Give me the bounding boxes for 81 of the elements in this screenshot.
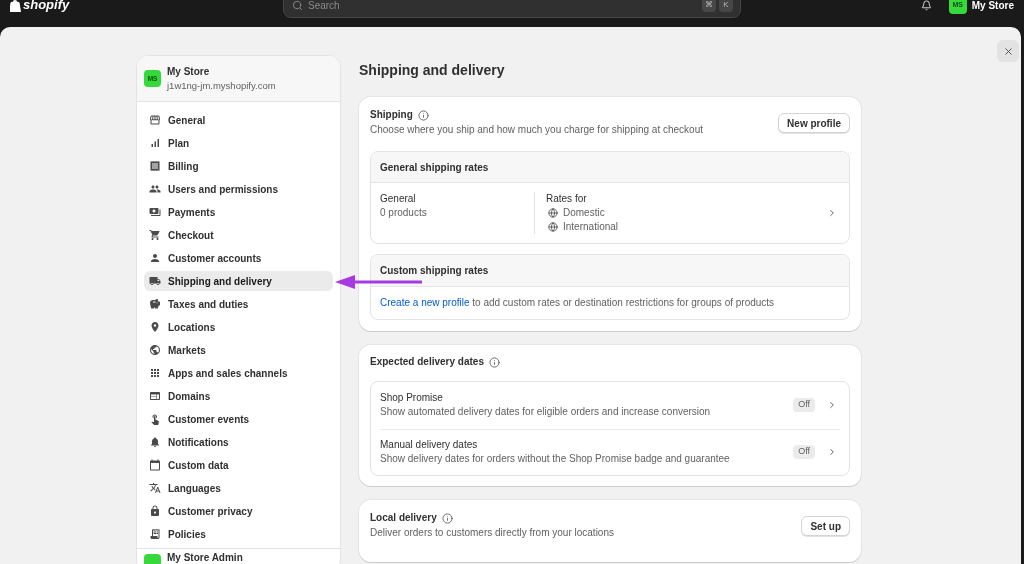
long-receipt-icon: [149, 528, 161, 540]
chevron-right-icon[interactable]: [827, 208, 837, 218]
sidebar-item[interactable]: Locations: [144, 317, 333, 337]
info-icon[interactable]: [488, 356, 500, 368]
cart-icon: [149, 229, 161, 241]
profile-name: General: [380, 192, 417, 206]
rates-label: Rates for: [546, 192, 588, 206]
sidebar-item[interactable]: Customer events: [144, 409, 333, 429]
info-icon[interactable]: [417, 109, 429, 121]
sidebar-item[interactable]: General: [144, 110, 333, 130]
receipt-icon: [149, 160, 161, 172]
product-count: 0 products: [380, 206, 428, 220]
option-title[interactable]: Manual delivery dates: [380, 438, 794, 452]
zone-label: International: [563, 220, 619, 234]
map-pin-icon: [149, 321, 161, 333]
card-title: Expected delivery dates: [370, 355, 484, 369]
banknotes-icon: [149, 206, 161, 218]
set-up-button[interactable]: Set up: [801, 516, 850, 536]
sidebar-item[interactable]: Plan: [144, 133, 333, 153]
admin-name[interactable]: My Store Admin: [167, 552, 243, 564]
sidebar-item[interactable]: Domains: [144, 386, 333, 406]
calendar-icon: [149, 459, 161, 471]
globe-icon: [149, 344, 161, 356]
info-icon[interactable]: [441, 512, 453, 524]
browser-window-icon: [149, 390, 161, 402]
translate-icon: [149, 482, 161, 494]
section-title: General shipping rates: [380, 160, 489, 175]
card-title: Local delivery: [370, 512, 437, 524]
card-description: Deliver orders to customers directly from your locations: [370, 526, 614, 540]
sidebar-item[interactable]: Apps and sales channels: [144, 363, 333, 383]
page-title: Shipping and delivery: [359, 62, 506, 78]
sidebar-item[interactable]: Checkout: [144, 225, 333, 245]
sidebar-item[interactable]: Markets: [144, 340, 333, 360]
sidebar-item[interactable]: Notifications: [144, 432, 333, 452]
shopify-logo[interactable]: shopify: [23, 0, 70, 13]
sidebar-item[interactable]: Policies: [144, 524, 333, 544]
chevron-right-icon[interactable]: [827, 447, 837, 457]
apps-grid-icon: [149, 367, 161, 379]
status-badge: Off: [793, 445, 815, 459]
shortcut-key: ⌘: [702, 0, 716, 12]
person-icon: [149, 252, 161, 264]
account-name[interactable]: My Store: [971, 0, 1014, 12]
sidebar-item[interactable]: Users and permissions: [144, 179, 333, 199]
search-icon: [292, 0, 303, 11]
lock-icon: [149, 505, 161, 517]
sidebar-item[interactable]: Customer accounts: [144, 248, 333, 268]
truck-icon: [149, 275, 161, 287]
section-title: Custom shipping rates: [380, 264, 489, 278]
globe-icon: [548, 208, 558, 218]
people-icon: [149, 183, 161, 195]
close-button[interactable]: [997, 40, 1019, 62]
card-description: Choose where you ship and how much you charge for shipping at checkout: [370, 123, 703, 137]
tap-hand-icon: [149, 413, 161, 425]
store-domain: j1w1ng-jm.myshopify.com: [167, 79, 276, 92]
card-title: Shipping: [370, 109, 413, 121]
sidebar-item[interactable]: Billing: [144, 156, 333, 176]
signal-bars-icon: [149, 137, 161, 149]
status-badge: Off: [793, 398, 815, 412]
option-title[interactable]: Shop Promise: [380, 391, 794, 405]
close-icon: [1002, 45, 1014, 57]
store-icon: [149, 114, 161, 126]
sidebar-item[interactable]: Languages: [144, 478, 333, 498]
custom-rates-description: Create a new profile to add custom rates or destination restrictions for groups of products: [380, 296, 776, 310]
chevron-right-icon[interactable]: [827, 400, 837, 410]
shortcut-key: K: [719, 0, 733, 12]
globe-icon: [548, 222, 558, 232]
store-name: My Store: [167, 65, 211, 78]
sidebar-item[interactable]: Customer privacy: [144, 501, 333, 521]
create-profile-link[interactable]: Create a new profile: [380, 297, 470, 308]
option-description: Show automated delivery dates for eligible orders and increase conversion: [380, 405, 712, 419]
zone-label: Domestic: [563, 206, 605, 220]
bell-icon: [149, 436, 161, 448]
option-description: Show delivery dates for orders without the Shop Promise badge and guarantee: [380, 452, 731, 466]
sidebar-item[interactable]: Payments: [144, 202, 333, 222]
piggy-bank-icon: [149, 298, 161, 310]
bell-icon[interactable]: [920, 0, 932, 11]
sidebar-item[interactable]: Taxes and duties: [144, 294, 333, 314]
sidebar-item[interactable]: Shipping and delivery: [144, 271, 333, 291]
shopping-bag-icon: [10, 0, 21, 12]
sidebar-item[interactable]: Custom data: [144, 455, 333, 475]
new-profile-button[interactable]: New profile: [778, 113, 850, 133]
